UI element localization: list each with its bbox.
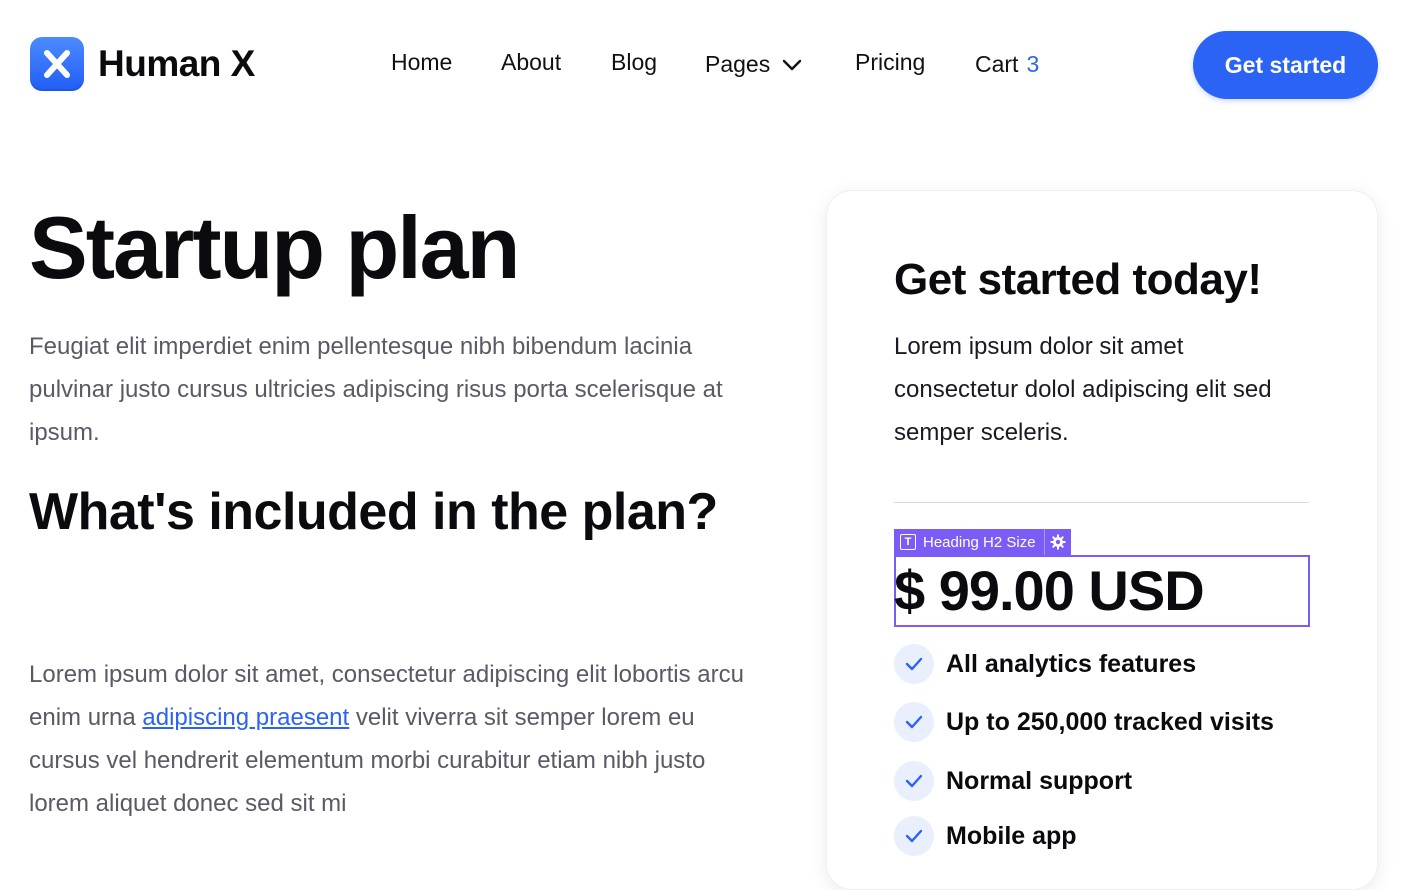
gear-icon[interactable] xyxy=(1044,529,1071,555)
feature-label: All analytics features xyxy=(946,649,1197,678)
nav-about[interactable]: About xyxy=(501,49,561,76)
get-started-button[interactable]: Get started xyxy=(1193,31,1378,99)
feature-label: Up to 250,000 tracked visits xyxy=(946,707,1274,736)
plan-price: $ 99.00 USD xyxy=(894,559,1205,622)
check-icon xyxy=(894,702,934,742)
card-title: Get started today! xyxy=(894,255,1262,304)
feature-label: Mobile app xyxy=(946,821,1077,850)
navbar: Human X Home About Blog Pages Pricing Ca… xyxy=(0,0,1403,128)
hero-description: Feugiat elit imperdiet enim pellentesque… xyxy=(29,333,723,446)
nav-cart[interactable]: Cart 3 xyxy=(975,51,1039,78)
check-icon xyxy=(894,816,934,856)
feature-label: Normal support xyxy=(946,766,1133,795)
brand-name: Human X xyxy=(98,43,255,84)
cart-count-badge: 3 xyxy=(1026,51,1040,77)
nav-pages-label: Pages xyxy=(705,51,771,77)
card-description: Lorem ipsum dolor sit amet consectetur d… xyxy=(894,333,1272,446)
chevron-down-icon xyxy=(783,59,802,70)
text-type-icon: T xyxy=(900,534,916,550)
nav-home[interactable]: Home xyxy=(391,49,452,76)
page-title: Startup plan xyxy=(29,198,520,297)
adipiscing-praesent-link[interactable]: adipiscing praesent xyxy=(142,704,349,731)
included-heading: What's included in the plan? xyxy=(29,483,718,541)
check-icon xyxy=(894,761,934,801)
feature-item: Normal support xyxy=(894,761,1132,801)
feature-item: Up to 250,000 tracked visits xyxy=(894,702,1274,742)
nav-pages-dropdown[interactable]: Pages xyxy=(705,51,802,78)
included-text: Lorem ipsum dolor sit amet, consectetur … xyxy=(29,653,759,825)
feature-item: All analytics features xyxy=(894,644,1196,684)
card-divider xyxy=(894,502,1309,503)
brand-logo[interactable]: Human X xyxy=(30,37,255,91)
check-icon xyxy=(894,644,934,684)
nav-blog[interactable]: Blog xyxy=(611,49,657,76)
x-logo-icon xyxy=(30,37,84,91)
editor-tag-label: T Heading H2 Size xyxy=(894,529,1045,555)
editor-tag-text: Heading H2 Size xyxy=(923,533,1036,551)
cart-label: Cart xyxy=(975,51,1019,77)
editor-element-tag[interactable]: T Heading H2 Size xyxy=(894,529,1071,555)
nav-pricing[interactable]: Pricing xyxy=(855,49,925,76)
feature-item: Mobile app xyxy=(894,816,1077,856)
